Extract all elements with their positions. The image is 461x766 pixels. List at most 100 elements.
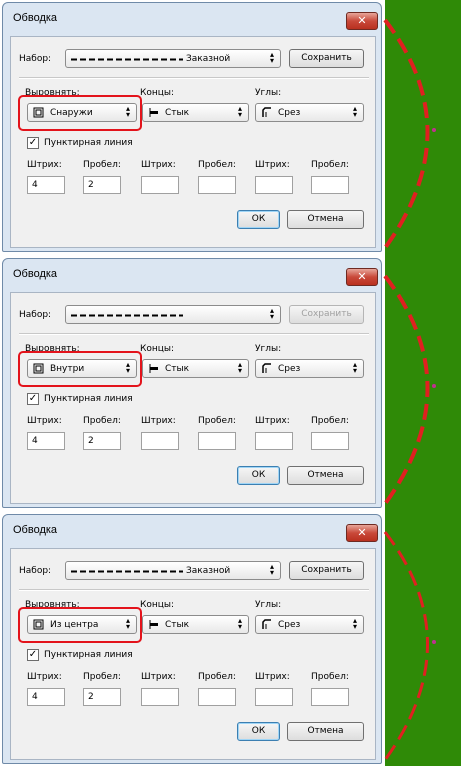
caps-label: Концы:	[140, 600, 175, 610]
dash-input[interactable]: 4	[27, 432, 65, 450]
gap-input[interactable]: 2	[83, 176, 121, 194]
caps-value: Стык	[165, 108, 190, 118]
butt-cap-icon	[149, 364, 158, 373]
cancel-button[interactable]: Отмена	[287, 466, 364, 485]
chevron-updown-icon: ▴ ▾	[237, 104, 242, 119]
gap-label: Пробел:	[198, 672, 236, 682]
close-icon: ✕	[357, 270, 367, 283]
separator	[19, 589, 369, 591]
save-preset-button[interactable]: Сохранить	[289, 561, 364, 580]
chevron-updown-icon: ▴ ▾	[237, 616, 242, 631]
butt-cap-icon	[149, 108, 158, 117]
caps-label: Концы:	[140, 344, 175, 354]
dialog-title: Обводка	[13, 524, 58, 536]
cancel-button[interactable]: Отмена	[287, 722, 364, 741]
chevron-updown-icon: ▴ ▾	[269, 306, 274, 321]
dash-input[interactable]	[255, 688, 293, 706]
dash-input[interactable]	[255, 176, 293, 194]
corners-value: Срез	[278, 364, 301, 374]
preset-dropdown[interactable]: Заказной ▴ ▾	[65, 561, 281, 580]
cancel-button[interactable]: Отмена	[287, 210, 364, 229]
stroke-dialog: Обводка ✕ Набор: Заказной ▴ ▾ Сохранить В…	[2, 2, 382, 252]
gap-input[interactable]	[198, 688, 236, 706]
gap-input[interactable]	[198, 176, 236, 194]
preset-dropdown[interactable]: ▴ ▾	[65, 305, 281, 324]
corners-dropdown[interactable]: Срез ▴ ▾	[255, 359, 364, 378]
ok-button[interactable]: ОК	[237, 466, 280, 485]
preset-label: Набор:	[19, 54, 52, 64]
preset-dropdown[interactable]: Заказной ▴ ▾	[65, 49, 281, 68]
gap-label: Пробел:	[311, 672, 349, 682]
gap-input[interactable]	[311, 688, 349, 706]
gap-label: Пробел:	[83, 160, 121, 170]
chevron-updown-icon: ▴ ▾	[269, 562, 274, 577]
dashed-line-checkbox[interactable]: ✓	[27, 137, 39, 149]
stroke-dialog: Обводка ✕ Набор: ▴ ▾ Сохранить Выровнять:	[2, 258, 382, 508]
dash-input[interactable]	[141, 176, 179, 194]
caps-dropdown[interactable]: Стык ▴ ▾	[142, 103, 249, 122]
gap-label: Пробел:	[198, 416, 236, 426]
chevron-updown-icon: ▴ ▾	[352, 616, 357, 631]
separator	[19, 77, 369, 79]
dash-input[interactable]: 4	[27, 688, 65, 706]
ok-button[interactable]: ОК	[237, 210, 280, 229]
butt-cap-icon	[149, 620, 158, 629]
stroke-panel: Обводка ✕ Набор: Заказной ▴ ▾ Сохранить В…	[0, 512, 461, 766]
close-button[interactable]: ✕	[346, 268, 378, 286]
stroke-panel: Обводка ✕ Набор: Заказной ▴ ▾ Сохранить В…	[0, 0, 461, 256]
caps-dropdown[interactable]: Стык ▴ ▾	[142, 615, 249, 634]
corners-label: Углы:	[255, 88, 282, 98]
preset-label: Набор:	[19, 566, 52, 576]
preset-value: Заказной	[186, 54, 231, 64]
dashed-line-checkbox[interactable]: ✓	[27, 393, 39, 405]
save-preset-button[interactable]: Сохранить	[289, 49, 364, 68]
ok-button[interactable]: ОК	[237, 722, 280, 741]
title-bar: Обводка ✕	[3, 3, 381, 33]
caps-label: Концы:	[140, 88, 175, 98]
gap-input[interactable]: 2	[83, 432, 121, 450]
corners-dropdown[interactable]: Срез ▴ ▾	[255, 103, 364, 122]
close-icon: ✕	[357, 526, 367, 539]
caps-dropdown[interactable]: Стык ▴ ▾	[142, 359, 249, 378]
gap-label: Пробел:	[198, 160, 236, 170]
chevron-updown-icon: ▴ ▾	[269, 50, 274, 65]
dash-label: Штрих:	[255, 160, 290, 170]
canvas-area	[385, 0, 461, 256]
gap-input[interactable]	[311, 432, 349, 450]
close-button[interactable]: ✕	[346, 524, 378, 542]
dialog-title: Обводка	[13, 268, 58, 280]
caps-value: Стык	[165, 620, 190, 630]
canvas-area	[385, 512, 461, 766]
dialog-title: Обводка	[13, 12, 58, 24]
bevel-join-icon	[262, 107, 271, 117]
preset-value: Заказной	[186, 566, 231, 576]
stroke-dialog: Обводка ✕ Набор: Заказной ▴ ▾ Сохранить В…	[2, 514, 382, 764]
dash-input[interactable]	[141, 688, 179, 706]
dash-label: Штрих:	[255, 416, 290, 426]
dash-input[interactable]	[255, 432, 293, 450]
gap-label: Пробел:	[311, 416, 349, 426]
dashed-line-checkbox[interactable]: ✓	[27, 649, 39, 661]
gap-input[interactable]: 2	[83, 688, 121, 706]
canvas-area	[385, 256, 461, 512]
dialog-content: Набор: ▴ ▾ Сохранить Выровнять: Внутри ▴…	[10, 292, 376, 504]
dash-label: Штрих:	[141, 160, 176, 170]
save-preset-button[interactable]: Сохранить	[289, 305, 364, 324]
close-button[interactable]: ✕	[346, 12, 378, 30]
gap-input[interactable]	[198, 432, 236, 450]
dashed-line-label: Пунктирная линия	[44, 394, 133, 404]
dash-input[interactable]	[141, 432, 179, 450]
dialog-content: Набор: Заказной ▴▾ Сохранить Выровнять:	[10, 548, 376, 760]
title-bar: Обводка ✕	[3, 515, 381, 545]
corners-value: Срез	[278, 620, 301, 630]
dash-label: Штрих:	[27, 416, 62, 426]
gap-input[interactable]	[311, 176, 349, 194]
checkmark-icon: ✓	[28, 649, 38, 660]
dialog-content: Набор: Заказной ▴▾ Сохранить Выровнять:	[10, 36, 376, 248]
dash-label: Штрих:	[255, 672, 290, 682]
corners-dropdown[interactable]: Срез ▴ ▾	[255, 615, 364, 634]
caps-value: Стык	[165, 364, 190, 374]
gap-label: Пробел:	[311, 160, 349, 170]
close-icon: ✕	[357, 14, 367, 27]
dash-input[interactable]: 4	[27, 176, 65, 194]
